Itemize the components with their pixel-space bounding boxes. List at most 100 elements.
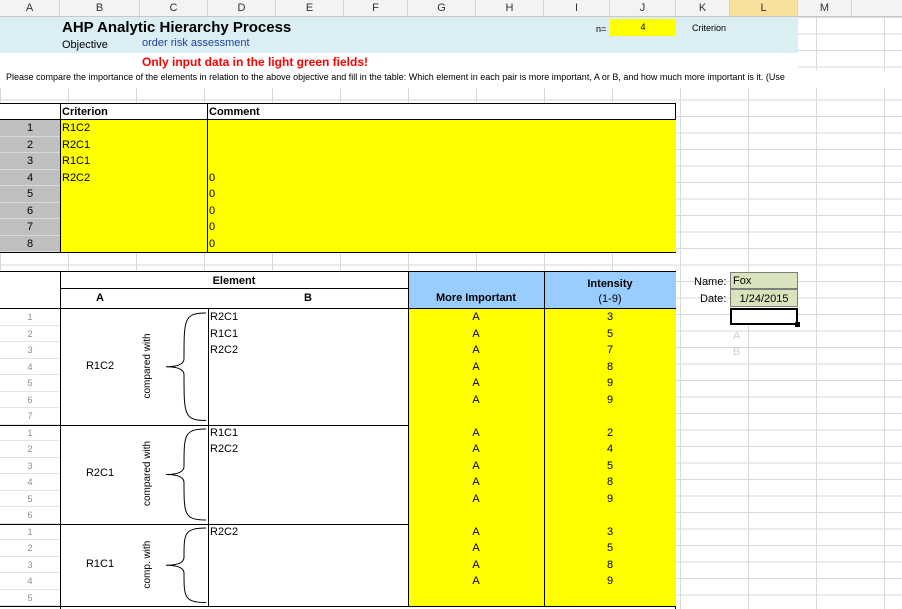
comparison-row-number: 2: [0, 540, 60, 557]
column-header-h[interactable]: H: [476, 0, 544, 17]
more-important-cell[interactable]: A: [408, 493, 544, 505]
intensity-cell[interactable]: 8: [544, 559, 676, 571]
intensity-cell[interactable]: 9: [544, 575, 676, 587]
comparison-row-number: 1: [0, 524, 60, 540]
criteria-input-area[interactable]: [60, 120, 676, 252]
more-important-cell[interactable]: A: [408, 443, 544, 455]
comparison-row-number: 4: [0, 474, 60, 491]
faint-list-item-a: A: [733, 330, 741, 342]
criteria-name-cell[interactable]: R2C2: [62, 172, 90, 184]
intensity-cell[interactable]: 9: [544, 493, 676, 505]
group-bottom-rule: [0, 606, 676, 607]
more-important-cell[interactable]: A: [408, 344, 544, 356]
intensity-cell[interactable]: 4: [544, 443, 676, 455]
comparison-row-number: 2: [0, 326, 60, 342]
element-a-cell: R1C1: [85, 557, 115, 570]
column-header-m[interactable]: M: [798, 0, 852, 17]
criteria-row-number: 1: [0, 120, 60, 137]
column-header-i[interactable]: I: [544, 0, 610, 17]
intensity-cell[interactable]: 5: [544, 542, 676, 554]
criterion-label: Criterion: [692, 23, 727, 33]
more-important-cell[interactable]: A: [408, 526, 544, 538]
comparison-row-number: 5: [0, 375, 60, 392]
more-important-cell[interactable]: A: [408, 377, 544, 389]
more-important-cell[interactable]: A: [408, 394, 544, 406]
column-header-a[interactable]: A: [0, 0, 60, 17]
more-important-cell[interactable]: A: [408, 575, 544, 587]
element-b-cell[interactable]: R2C1: [210, 311, 238, 323]
more-important-cell[interactable]: A: [408, 542, 544, 554]
column-header-j[interactable]: J: [610, 0, 676, 17]
comparison-row-number: 5: [0, 590, 60, 606]
element-a-cell: R1C2: [85, 359, 115, 372]
intensity-cell[interactable]: 3: [544, 526, 676, 538]
more-important-cell[interactable]: A: [408, 328, 544, 340]
objective-value[interactable]: order risk assessment: [142, 37, 250, 49]
element-b-cell[interactable]: R1C1: [210, 427, 238, 439]
criteria-name-cell[interactable]: R1C2: [62, 122, 90, 134]
objective-label: Objective: [62, 39, 108, 51]
element-b-cell[interactable]: R2C2: [210, 443, 238, 455]
criteria-row-number: 8: [0, 235, 60, 252]
intensity-cell[interactable]: 8: [544, 361, 676, 373]
compared-with-label: compared with: [142, 333, 153, 399]
intensity-cell[interactable]: 9: [544, 377, 676, 389]
criteria-row-number: 3: [0, 153, 60, 170]
input-area[interactable]: [408, 424, 676, 524]
element-b-cell[interactable]: R2C2: [210, 344, 238, 356]
column-header-g[interactable]: G: [408, 0, 476, 17]
more-important-cell[interactable]: A: [408, 476, 544, 488]
column-header-d[interactable]: D: [208, 0, 276, 17]
column-header-l[interactable]: L: [730, 0, 798, 17]
comparison-row-number: 1: [0, 309, 60, 326]
group-rule: [544, 424, 545, 524]
more-important-cell[interactable]: A: [408, 460, 544, 472]
warning-text: Only input data in the light green field…: [142, 55, 369, 69]
criteria-comment-cell[interactable]: 0: [209, 205, 215, 217]
curly-brace-icon: [165, 527, 207, 603]
column-header-c[interactable]: C: [140, 0, 208, 17]
fill-handle[interactable]: [795, 322, 800, 327]
criteria-name-cell[interactable]: R2C1: [62, 139, 90, 151]
element-b-cell[interactable]: R2C2: [210, 526, 238, 538]
intensity-cell[interactable]: 3: [544, 311, 676, 323]
name-field[interactable]: Fox: [730, 272, 798, 289]
intensity-cell[interactable]: 8: [544, 476, 676, 488]
warning-band: [0, 53, 798, 70]
comparison-row-number: 4: [0, 573, 60, 590]
more-important-cell[interactable]: A: [408, 311, 544, 323]
comparison-row-number: 4: [0, 359, 60, 375]
selected-cell[interactable]: [730, 308, 798, 325]
more-important-cell[interactable]: A: [408, 427, 544, 439]
date-field[interactable]: 1/24/2015: [730, 289, 798, 307]
criteria-comment-cell[interactable]: 0: [209, 221, 215, 233]
more-important-cell[interactable]: A: [408, 361, 544, 373]
element-header: Element: [212, 275, 256, 287]
element-b-cell[interactable]: R1C1: [210, 328, 238, 340]
element-a-cell: R2C1: [85, 467, 115, 479]
column-header-b[interactable]: B: [60, 0, 140, 17]
intensity-cell[interactable]: 7: [544, 344, 676, 356]
criteria-comment-cell[interactable]: 0: [209, 188, 215, 200]
comparison-row-number: 3: [0, 458, 60, 474]
column-header-e[interactable]: E: [276, 0, 344, 17]
criteria-mid-rule: [207, 104, 208, 252]
criteria-name-cell[interactable]: R1C1: [62, 155, 90, 167]
column-header-k[interactable]: K: [676, 0, 730, 17]
criteria-row-number: 5: [0, 186, 60, 203]
more-important-cell[interactable]: A: [408, 559, 544, 571]
intensity-cell[interactable]: 9: [544, 394, 676, 406]
criteria-left-rule: [60, 104, 61, 252]
intensity-cell[interactable]: 2: [544, 427, 676, 439]
group-rule: [208, 523, 209, 606]
more-important-header: More Important: [435, 292, 517, 304]
intensity-cell[interactable]: 5: [544, 460, 676, 472]
element-header-rule: [60, 288, 408, 289]
column-header-f[interactable]: F: [344, 0, 408, 17]
criteria-row-number: 2: [0, 136, 60, 153]
intensity-cell[interactable]: 5: [544, 328, 676, 340]
comparison-header-rule-2: [544, 272, 545, 308]
criteria-comment-cell[interactable]: 0: [209, 172, 215, 184]
n-value-field[interactable]: 4: [610, 19, 676, 36]
criteria-comment-cell[interactable]: 0: [209, 238, 215, 250]
